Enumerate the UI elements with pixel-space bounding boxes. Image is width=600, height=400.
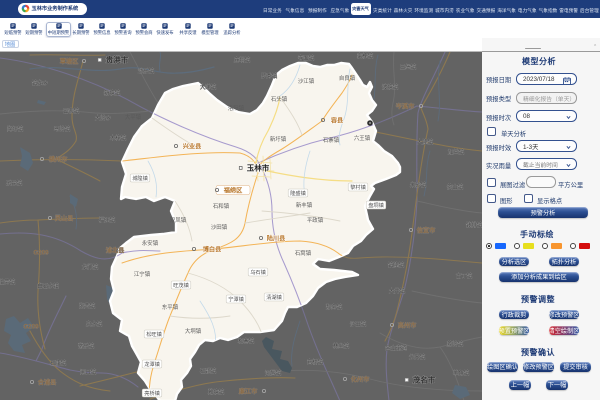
svg-text:乌石镇: 乌石镇	[250, 268, 266, 276]
svg-text:化州市: 化州市	[351, 375, 370, 383]
svg-text:朱砂镇: 朱砂镇	[410, 181, 427, 189]
svg-text:廉江市: 廉江市	[238, 387, 258, 395]
svg-text:覃塘区: 覃塘区	[60, 57, 79, 65]
svg-text:乐民镇: 乐民镇	[6, 179, 23, 187]
svg-text:新圩镇: 新圩镇	[270, 135, 287, 143]
svg-text:沙田镇: 沙田镇	[350, 320, 367, 328]
svg-text:大平镇: 大平镇	[125, 113, 142, 121]
svg-text:家槐镇: 家槐镇	[357, 52, 374, 60]
svg-text:大岭乡: 大岭乡	[95, 114, 111, 122]
svg-text:岑溪市: 岑溪市	[396, 102, 415, 110]
svg-text:云表镇: 云表镇	[63, 107, 80, 115]
svg-text:福绵区: 福绵区	[223, 186, 243, 194]
svg-text:波塘镇: 波塘镇	[382, 83, 399, 91]
svg-text:城隍镇: 城隍镇	[132, 174, 148, 182]
svg-text:石和镇: 石和镇	[213, 202, 230, 210]
svg-text:松旺镇: 松旺镇	[146, 330, 162, 338]
svg-text:古丁镇: 古丁镇	[456, 272, 473, 280]
svg-text:林尘镇: 林尘镇	[333, 342, 350, 350]
svg-text:G209: G209	[33, 249, 49, 256]
svg-text:石头镇: 石头镇	[271, 95, 288, 103]
svg-text:博白县: 博白县	[203, 245, 222, 253]
svg-text:新塘镇: 新塘镇	[104, 89, 121, 97]
svg-text:加益镇: 加益镇	[448, 148, 465, 156]
svg-text:大垌镇: 大垌镇	[185, 327, 202, 335]
svg-text:沙江镇: 沙江镇	[298, 77, 315, 85]
svg-text:浦北县: 浦北县	[106, 246, 125, 254]
svg-text:新丰镇: 新丰镇	[296, 201, 313, 209]
svg-text:高州市: 高州市	[398, 321, 417, 329]
svg-text:陶圩镇: 陶圩镇	[7, 125, 24, 133]
svg-text:旺茂镇: 旺茂镇	[173, 281, 189, 289]
svg-text:自良镇: 自良镇	[339, 74, 356, 82]
svg-text:兴业县: 兴业县	[183, 142, 202, 150]
svg-text:那务镇: 那务镇	[326, 303, 343, 311]
svg-text:金山街道: 金山街道	[385, 344, 407, 352]
svg-text:沙田镇: 沙田镇	[211, 223, 228, 231]
svg-text:荔岭镇: 荔岭镇	[447, 340, 464, 348]
svg-text:横州市: 横州市	[48, 155, 68, 163]
svg-text:茂名市: 茂名市	[413, 374, 436, 384]
svg-text:东平镇: 东平镇	[162, 303, 179, 311]
svg-text:灵山县: 灵山县	[54, 214, 74, 222]
svg-text:大隆镇: 大隆镇	[417, 138, 434, 146]
svg-text:雅塘镇: 雅塘镇	[208, 388, 225, 396]
svg-text:镇龙乡: 镇龙乡	[32, 79, 48, 87]
svg-text:麻垌镇: 麻垌镇	[234, 56, 251, 64]
svg-text:马岭镇: 马岭镇	[54, 125, 71, 133]
svg-text:石窝镇: 石窝镇	[295, 249, 312, 257]
svg-text:闸口镇: 闸口镇	[80, 368, 97, 376]
svg-text:大洋镇: 大洋镇	[200, 83, 217, 91]
svg-text:宁潭镇: 宁潭镇	[228, 295, 244, 303]
svg-text:玉林市: 玉林市	[247, 162, 270, 172]
svg-text:江宁镇: 江宁镇	[134, 270, 151, 278]
svg-text:贵港市: 贵港市	[106, 54, 129, 64]
svg-text:泉水镇: 泉水镇	[86, 320, 103, 328]
svg-text:平政镇: 平政镇	[307, 216, 324, 224]
svg-text:寺面镇: 寺面镇	[298, 54, 315, 62]
svg-text:大井镇: 大井镇	[389, 287, 406, 295]
svg-text:龙门镇: 龙门镇	[82, 263, 99, 271]
svg-text:羊角镇: 羊角镇	[453, 369, 470, 377]
svg-text:石康镇: 石康镇	[50, 359, 67, 367]
svg-text:容县: 容县	[330, 116, 343, 124]
svg-text:亮桥镇: 亮桥镇	[144, 389, 160, 397]
svg-text:木梓镇: 木梓镇	[110, 134, 127, 142]
svg-text:盘垌镇: 盘垌镇	[368, 201, 384, 209]
svg-text:G209: G209	[23, 323, 39, 330]
svg-text:洛阳镇: 洛阳镇	[228, 104, 245, 112]
svg-text:黎村镇: 黎村镇	[350, 183, 366, 191]
svg-text:茶山镇: 茶山镇	[447, 183, 464, 191]
svg-text:双凤镇: 双凤镇	[170, 216, 187, 224]
svg-text:钱排镇: 钱排镇	[466, 221, 482, 229]
svg-text:河唇镇: 河唇镇	[265, 369, 282, 377]
svg-text:张黄镇: 张黄镇	[79, 302, 96, 310]
svg-text:石寨镇: 石寨镇	[323, 136, 340, 144]
svg-text:分界镇: 分界镇	[409, 353, 426, 361]
svg-text:合浦县: 合浦县	[38, 378, 57, 386]
svg-text:隆盛镇: 隆盛镇	[290, 189, 306, 197]
svg-text:伯劳镇: 伯劳镇	[0, 278, 16, 286]
svg-text:常乐镇: 常乐镇	[78, 342, 95, 350]
svg-text:三堡镇: 三堡镇	[400, 63, 417, 71]
svg-text:信宜市: 信宜市	[417, 226, 436, 234]
svg-text:石颈镇: 石颈镇	[200, 367, 217, 375]
svg-text:镇隆镇: 镇隆镇	[388, 261, 405, 269]
svg-text:清湖镇: 清湖镇	[266, 293, 282, 301]
svg-text:官桥镇: 官桥镇	[307, 358, 324, 366]
svg-text:六王镇: 六王镇	[354, 134, 371, 142]
svg-text:陆川县: 陆川县	[267, 234, 286, 242]
svg-text:罗秀镇: 罗秀镇	[261, 72, 278, 80]
svg-text:白石水镇: 白石水镇	[37, 282, 59, 290]
svg-text:和寨镇: 和寨镇	[238, 337, 255, 345]
svg-text:福旺镇: 福旺镇	[99, 216, 116, 224]
svg-text:龙潭镇: 龙潭镇	[144, 360, 160, 368]
svg-text:武乐镇: 武乐镇	[138, 67, 155, 75]
svg-text:永安镇: 永安镇	[142, 239, 159, 247]
